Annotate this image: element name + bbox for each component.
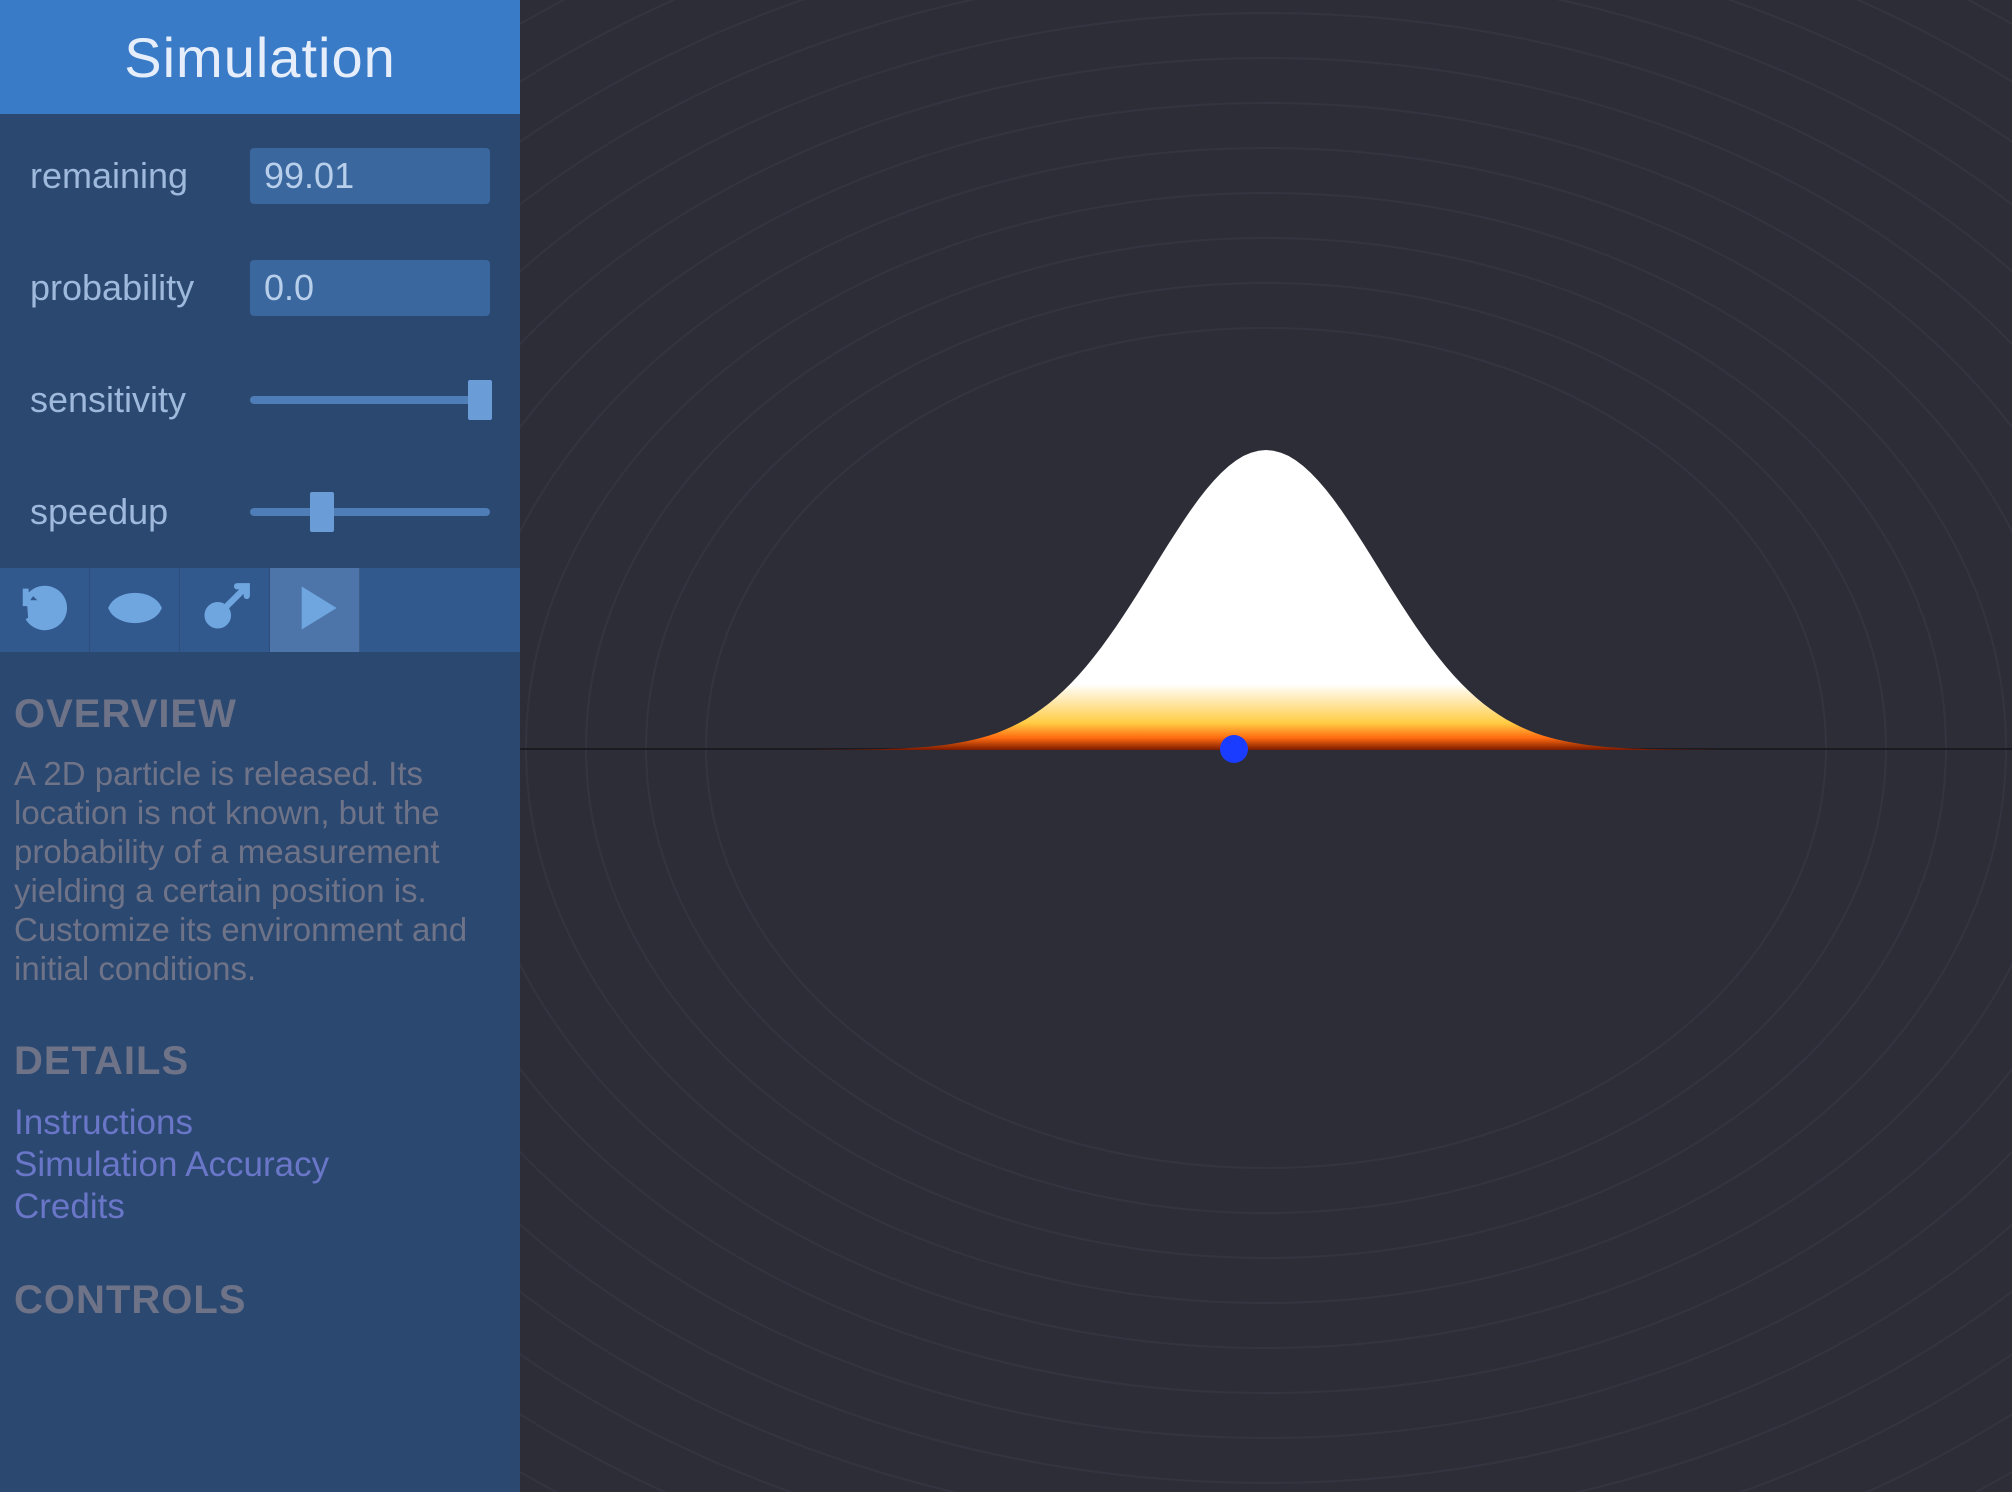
particle-marker <box>1220 735 1248 763</box>
reset-icon <box>16 579 74 642</box>
remaining-field[interactable]: 99.01 <box>250 148 490 204</box>
play-icon <box>286 579 344 642</box>
reset-button[interactable] <box>0 568 90 652</box>
controls-heading: CONTROLS <box>14 1278 506 1323</box>
sidebar: Simulation remaining 99.01 probability 0… <box>0 0 520 1492</box>
param-label: remaining <box>30 155 250 197</box>
slider-thumb[interactable] <box>468 380 492 420</box>
app-header: Simulation <box>0 0 520 114</box>
details-heading: DETAILS <box>14 1039 506 1084</box>
particle-icon <box>196 579 254 642</box>
particle-button[interactable] <box>180 568 270 652</box>
details-links: Instructions Simulation Accuracy Credits <box>14 1102 506 1228</box>
info-sections: OVERVIEW A 2D particle is released. Its … <box>0 652 520 1323</box>
eye-icon <box>106 579 164 642</box>
speedup-slider[interactable] <box>250 508 490 516</box>
param-label: probability <box>30 267 250 309</box>
overview-text-1: A 2D particle is released. Its location … <box>14 755 440 909</box>
link-credits[interactable]: Credits <box>14 1186 506 1228</box>
parameter-panel: remaining 99.01 probability 0.0 sensitiv… <box>0 114 520 568</box>
overview-body: A 2D particle is released. Its location … <box>14 755 506 989</box>
sensitivity-slider[interactable] <box>250 396 490 404</box>
slider-thumb[interactable] <box>310 492 334 532</box>
param-speedup: speedup <box>30 476 490 548</box>
probability-field[interactable]: 0.0 <box>250 260 490 316</box>
param-label: sensitivity <box>30 379 250 421</box>
param-label: speedup <box>30 491 250 533</box>
toolbar <box>0 568 520 652</box>
play-button[interactable] <box>270 568 360 652</box>
param-remaining: remaining 99.01 <box>30 140 490 212</box>
overview-text-2: Customize its environment and initial co… <box>14 911 467 987</box>
param-sensitivity: sensitivity <box>30 364 490 436</box>
link-accuracy[interactable]: Simulation Accuracy <box>14 1144 506 1186</box>
view-button[interactable] <box>90 568 180 652</box>
overview-heading: OVERVIEW <box>14 692 506 737</box>
param-probability: probability 0.0 <box>30 252 490 324</box>
link-instructions[interactable]: Instructions <box>14 1102 506 1144</box>
wavefunction-plot <box>816 450 1716 750</box>
simulation-canvas[interactable] <box>520 0 2012 1492</box>
app-title: Simulation <box>124 25 395 90</box>
